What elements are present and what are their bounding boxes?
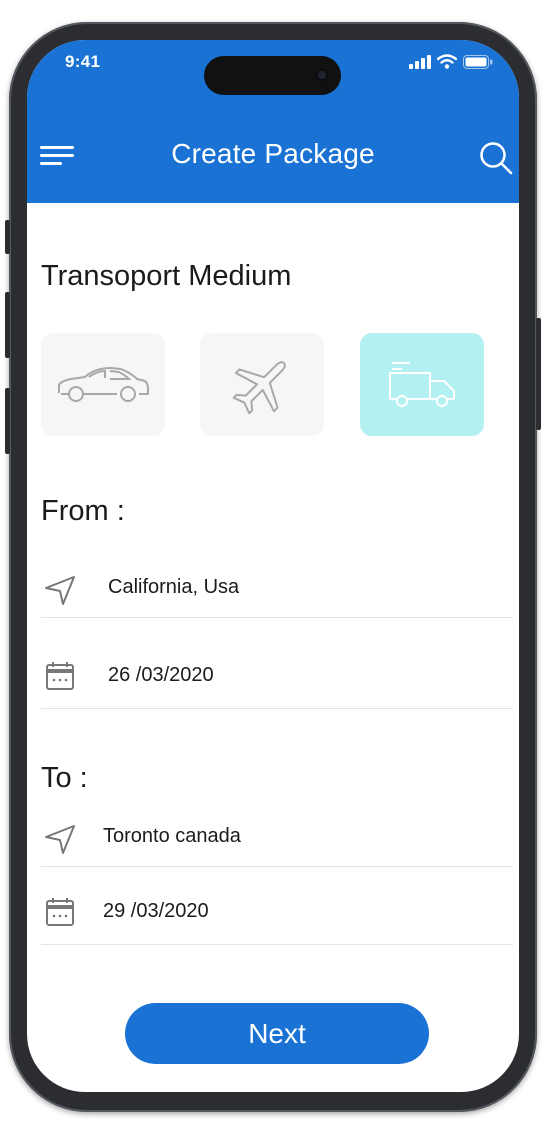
divider	[41, 708, 513, 709]
wifi-icon	[437, 54, 457, 69]
app-screen: 9:41 Create Package Transoport Medium Fr…	[27, 40, 519, 1092]
divider	[41, 866, 513, 867]
to-location-field[interactable]: Toronto canada	[103, 825, 241, 848]
page-title: Create Package	[171, 138, 375, 169]
location-arrow-icon	[45, 576, 75, 605]
search-icon[interactable]	[478, 140, 514, 176]
car-icon	[58, 366, 149, 402]
location-arrow-icon	[45, 825, 75, 854]
from-heading: From :	[41, 495, 125, 527]
app-header: 9:41 Create Package	[27, 40, 519, 203]
from-date-field[interactable]: 26 /03/2020	[108, 664, 214, 687]
side-button-volume-up	[5, 292, 10, 358]
status-time: 9:41	[65, 52, 101, 71]
dynamic-island	[204, 56, 341, 95]
transport-heading: Transoport Medium	[41, 260, 292, 292]
side-button-power	[536, 318, 541, 430]
side-button-volume-down	[5, 388, 10, 454]
airplane-icon	[232, 360, 286, 414]
transport-option-car[interactable]	[41, 333, 165, 436]
truck-icon	[389, 361, 455, 407]
battery-icon	[463, 54, 493, 69]
next-button[interactable]: Next	[125, 1003, 429, 1064]
divider	[41, 944, 513, 945]
transport-option-truck[interactable]	[360, 333, 484, 436]
status-icons	[409, 54, 493, 69]
to-heading: To :	[41, 762, 88, 794]
signal-icon	[409, 54, 431, 69]
calendar-icon	[46, 898, 74, 926]
transport-option-airplane[interactable]	[200, 333, 324, 436]
from-location-field[interactable]: California, Usa	[108, 576, 239, 599]
to-date-field[interactable]: 29 /03/2020	[103, 900, 209, 923]
divider	[41, 617, 513, 618]
side-button-mute	[5, 220, 10, 254]
camera-icon	[315, 68, 329, 82]
calendar-icon	[46, 662, 74, 690]
